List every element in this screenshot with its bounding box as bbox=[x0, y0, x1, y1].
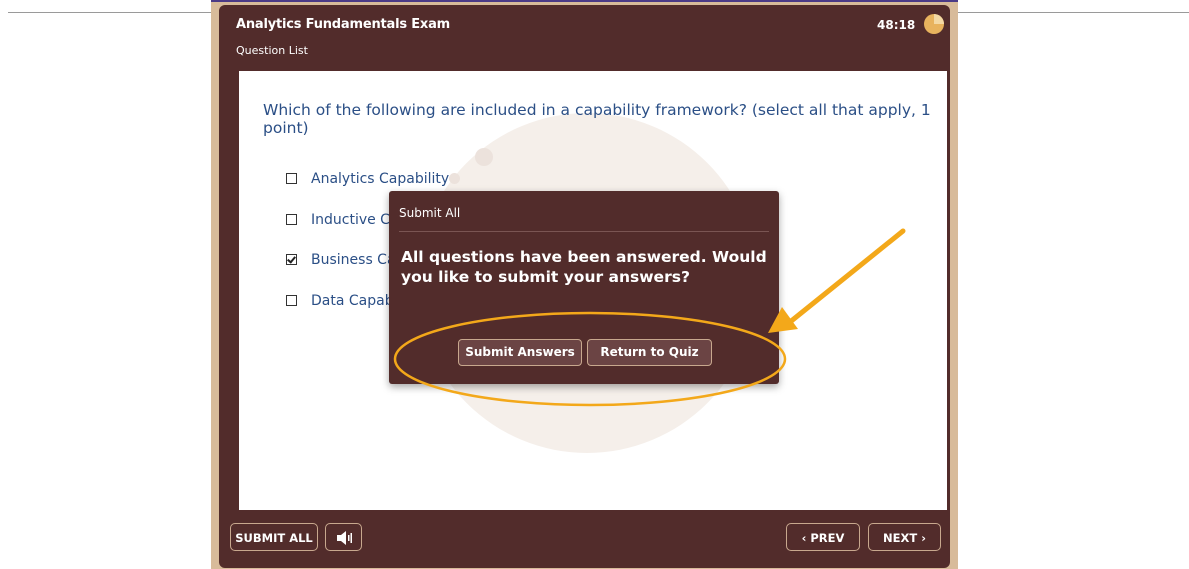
choice-label: Analytics Capability bbox=[311, 171, 450, 187]
return-to-quiz-button[interactable]: Return to Quiz bbox=[587, 339, 712, 366]
watermark-dot bbox=[475, 148, 493, 166]
quiz-title: Analytics Fundamentals Exam bbox=[236, 17, 450, 32]
next-button[interactable]: NEXT › bbox=[868, 523, 941, 551]
page-divider-right bbox=[958, 12, 1189, 13]
question-list-link[interactable]: Question List bbox=[236, 44, 308, 57]
prev-button[interactable]: ‹ PREV bbox=[786, 523, 860, 551]
prev-label: PREV bbox=[810, 531, 845, 545]
watermark-dot bbox=[449, 173, 460, 184]
checkbox[interactable] bbox=[286, 295, 297, 306]
question-text: Which of the following are included in a… bbox=[263, 101, 931, 137]
checkbox[interactable] bbox=[286, 214, 297, 225]
timer-text: 48:18 bbox=[877, 18, 916, 32]
next-label: NEXT bbox=[883, 531, 918, 545]
timer-pie-icon bbox=[924, 14, 944, 34]
dialog-divider bbox=[399, 231, 769, 232]
dialog-message: All questions have been answered. Would … bbox=[401, 248, 767, 286]
submit-answers-button[interactable]: Submit Answers bbox=[458, 339, 582, 366]
speaker-icon bbox=[336, 531, 352, 545]
dialog-title: Submit All bbox=[399, 206, 461, 220]
checkbox-checked[interactable] bbox=[286, 254, 297, 265]
chevron-right-icon: › bbox=[917, 531, 926, 545]
submit-all-dialog: Submit All All questions have been answe… bbox=[389, 191, 779, 384]
audio-button[interactable] bbox=[325, 523, 362, 551]
page-divider-left bbox=[8, 12, 211, 13]
checkbox[interactable] bbox=[286, 173, 297, 184]
submit-all-button[interactable]: SUBMIT ALL bbox=[230, 523, 318, 551]
